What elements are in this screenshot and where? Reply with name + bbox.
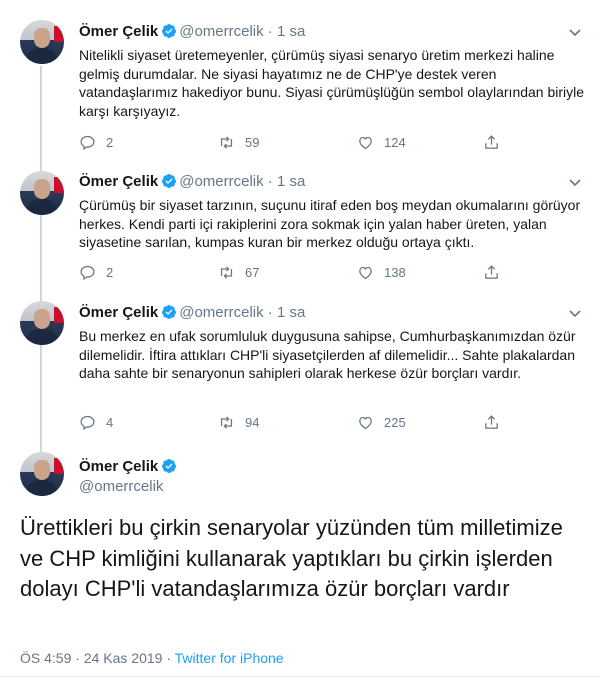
tweet-text: Nitelikli siyaset üretemeyenler, çürümüş…	[79, 47, 585, 119]
verified-icon	[162, 24, 177, 38]
like-count: 124	[384, 135, 406, 150]
author-name[interactable]: Ömer Çelik	[79, 304, 158, 321]
thread-line	[40, 66, 42, 452]
source-link[interactable]: Twitter for iPhone	[175, 650, 284, 666]
avatar[interactable]	[20, 20, 64, 64]
separator: ·	[267, 304, 273, 321]
tweet-header: Ömer Çelik @omerrcelik · 1 sa	[79, 304, 305, 322]
author-handle[interactable]: @omerrcelik	[179, 173, 263, 190]
chevron-down-icon[interactable]	[568, 25, 582, 39]
separator: ·	[75, 650, 80, 666]
retweet-count: 59	[245, 135, 260, 150]
retweet-count: 94	[245, 415, 260, 430]
separator: ·	[166, 650, 172, 666]
author-handle[interactable]: @omerrcelik	[179, 23, 263, 40]
retweet-icon	[220, 266, 233, 279]
author-name[interactable]: Ömer Çelik	[79, 173, 158, 190]
like-count: 138	[384, 265, 406, 280]
author-name[interactable]: Ömer Çelik	[79, 23, 158, 40]
avatar[interactable]	[20, 301, 64, 345]
tweet-time[interactable]: 1 sa	[277, 173, 305, 190]
verified-icon	[162, 174, 177, 188]
author-name-text: Ömer Çelik	[79, 458, 159, 475]
like-button[interactable]: 225	[357, 414, 406, 431]
separator: ·	[267, 173, 273, 190]
like-count: 225	[384, 415, 406, 430]
tweet-actions: 2 59 124	[79, 134, 509, 154]
author-name[interactable]: Ömer Çelik	[79, 458, 179, 476]
tweet-text: Bu merkez en ufak sorumluluk duygusuna s…	[79, 328, 576, 381]
retweet-icon	[220, 136, 233, 149]
like-icon	[359, 266, 372, 280]
author-handle[interactable]: @omerrcelik	[179, 304, 263, 321]
share-button[interactable]	[483, 264, 510, 281]
separator: ·	[267, 23, 273, 40]
reply-icon	[80, 415, 95, 431]
tweet-time[interactable]: ÖS 4:59	[20, 650, 71, 666]
chevron-down-icon[interactable]	[568, 306, 582, 320]
tweet-time[interactable]: 1 sa	[277, 23, 305, 40]
tweet-time[interactable]: 1 sa	[277, 304, 305, 321]
retweet-button[interactable]: 59	[218, 134, 259, 151]
tweet-actions: 4 94 225	[79, 414, 509, 434]
like-button[interactable]: 124	[357, 134, 406, 151]
retweet-button[interactable]: 67	[218, 264, 259, 281]
reply-icon	[80, 265, 95, 281]
retweet-button[interactable]: 94	[218, 414, 259, 431]
like-icon	[359, 136, 372, 150]
share-icon	[485, 415, 498, 429]
reply-button[interactable]: 2	[79, 134, 113, 151]
tweet-meta: ÖS 4:59 · 24 Kas 2019 · Twitter for iPho…	[20, 650, 284, 666]
reply-icon	[80, 135, 95, 151]
tweet-actions: 2 67 138	[79, 264, 509, 284]
reply-count: 4	[106, 415, 114, 430]
tweet-header: Ömer Çelik @omerrcelik · 1 sa	[79, 173, 305, 191]
share-icon	[485, 265, 498, 279]
tweet-text: Ürettikleri bu çirkin senaryolar yüzünde…	[20, 515, 563, 601]
tweet-date[interactable]: 24 Kas 2019	[84, 650, 163, 666]
avatar[interactable]	[20, 171, 64, 215]
author-handle[interactable]: @omerrcelik	[79, 478, 163, 496]
chevron-down-icon[interactable]	[568, 175, 582, 189]
verified-icon	[162, 459, 177, 473]
reply-count: 2	[106, 135, 114, 150]
reply-button[interactable]: 2	[79, 264, 113, 281]
share-button[interactable]	[483, 134, 510, 151]
retweet-icon	[220, 416, 233, 429]
retweet-count: 67	[245, 265, 260, 280]
share-button[interactable]	[483, 414, 510, 431]
share-icon	[485, 135, 498, 149]
like-button[interactable]: 138	[357, 264, 406, 281]
tweet-header: Ömer Çelik @omerrcelik · 1 sa	[79, 23, 305, 41]
divider	[0, 676, 600, 677]
reply-count: 2	[106, 265, 114, 280]
verified-icon	[162, 305, 177, 319]
reply-button[interactable]: 4	[79, 414, 113, 431]
tweet-text: Çürümüş bir siyaset tarzının, suçunu iti…	[79, 197, 581, 250]
like-icon	[359, 416, 372, 430]
avatar[interactable]	[20, 452, 64, 496]
